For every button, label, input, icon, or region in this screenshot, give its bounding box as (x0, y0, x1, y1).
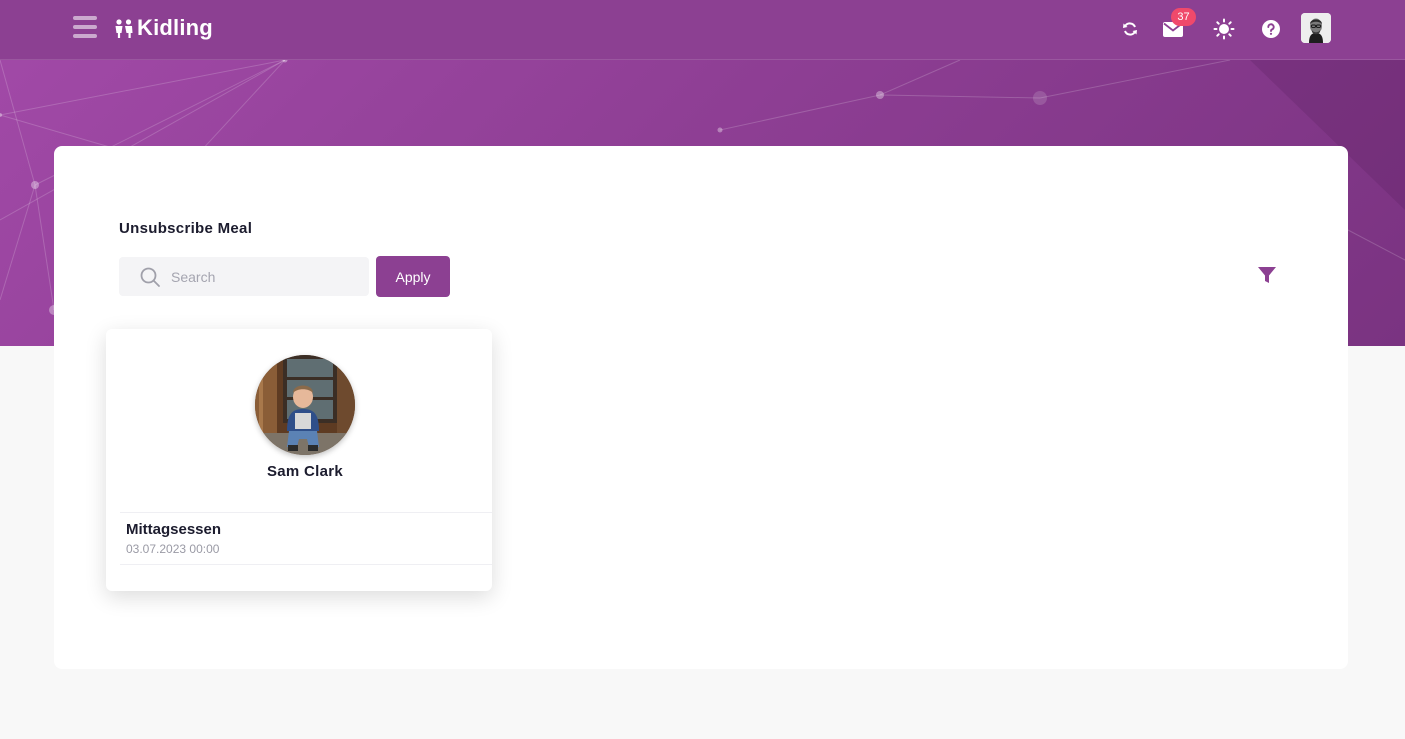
search-box (119, 257, 369, 296)
filter-icon[interactable] (1256, 264, 1278, 286)
search-icon (140, 267, 160, 287)
top-navigation-bar: Kidling 37 (0, 0, 1405, 60)
meal-list-item[interactable]: Mittagsessen 03.07.2023 00:00 (120, 512, 492, 565)
search-input[interactable] (171, 268, 351, 285)
kidling-logo[interactable]: Kidling (113, 14, 213, 42)
kids-logo-icon (115, 19, 133, 38)
child-card[interactable]: Sam Clark Mittagsessen 03.07.2023 00:00 (106, 329, 492, 591)
child-name: Sam Clark (266, 463, 344, 480)
unread-messages-badge: 37 (1171, 8, 1196, 26)
content-panel: Unsubscribe Meal Apply (54, 146, 1348, 669)
help-icon[interactable] (1256, 14, 1286, 44)
apply-button[interactable]: Apply (376, 256, 450, 297)
page-title: Unsubscribe Meal (119, 220, 253, 237)
child-avatar (255, 355, 355, 455)
meal-date: 03.07.2023 00:00 (126, 542, 220, 556)
meal-name: Mittagsessen (126, 521, 222, 538)
app-name: Kidling (137, 15, 213, 40)
sun-icon[interactable] (1209, 14, 1239, 44)
user-avatar[interactable] (1301, 13, 1331, 43)
hamburger-menu-icon[interactable] (73, 16, 97, 38)
refresh-icon[interactable] (1115, 14, 1145, 44)
